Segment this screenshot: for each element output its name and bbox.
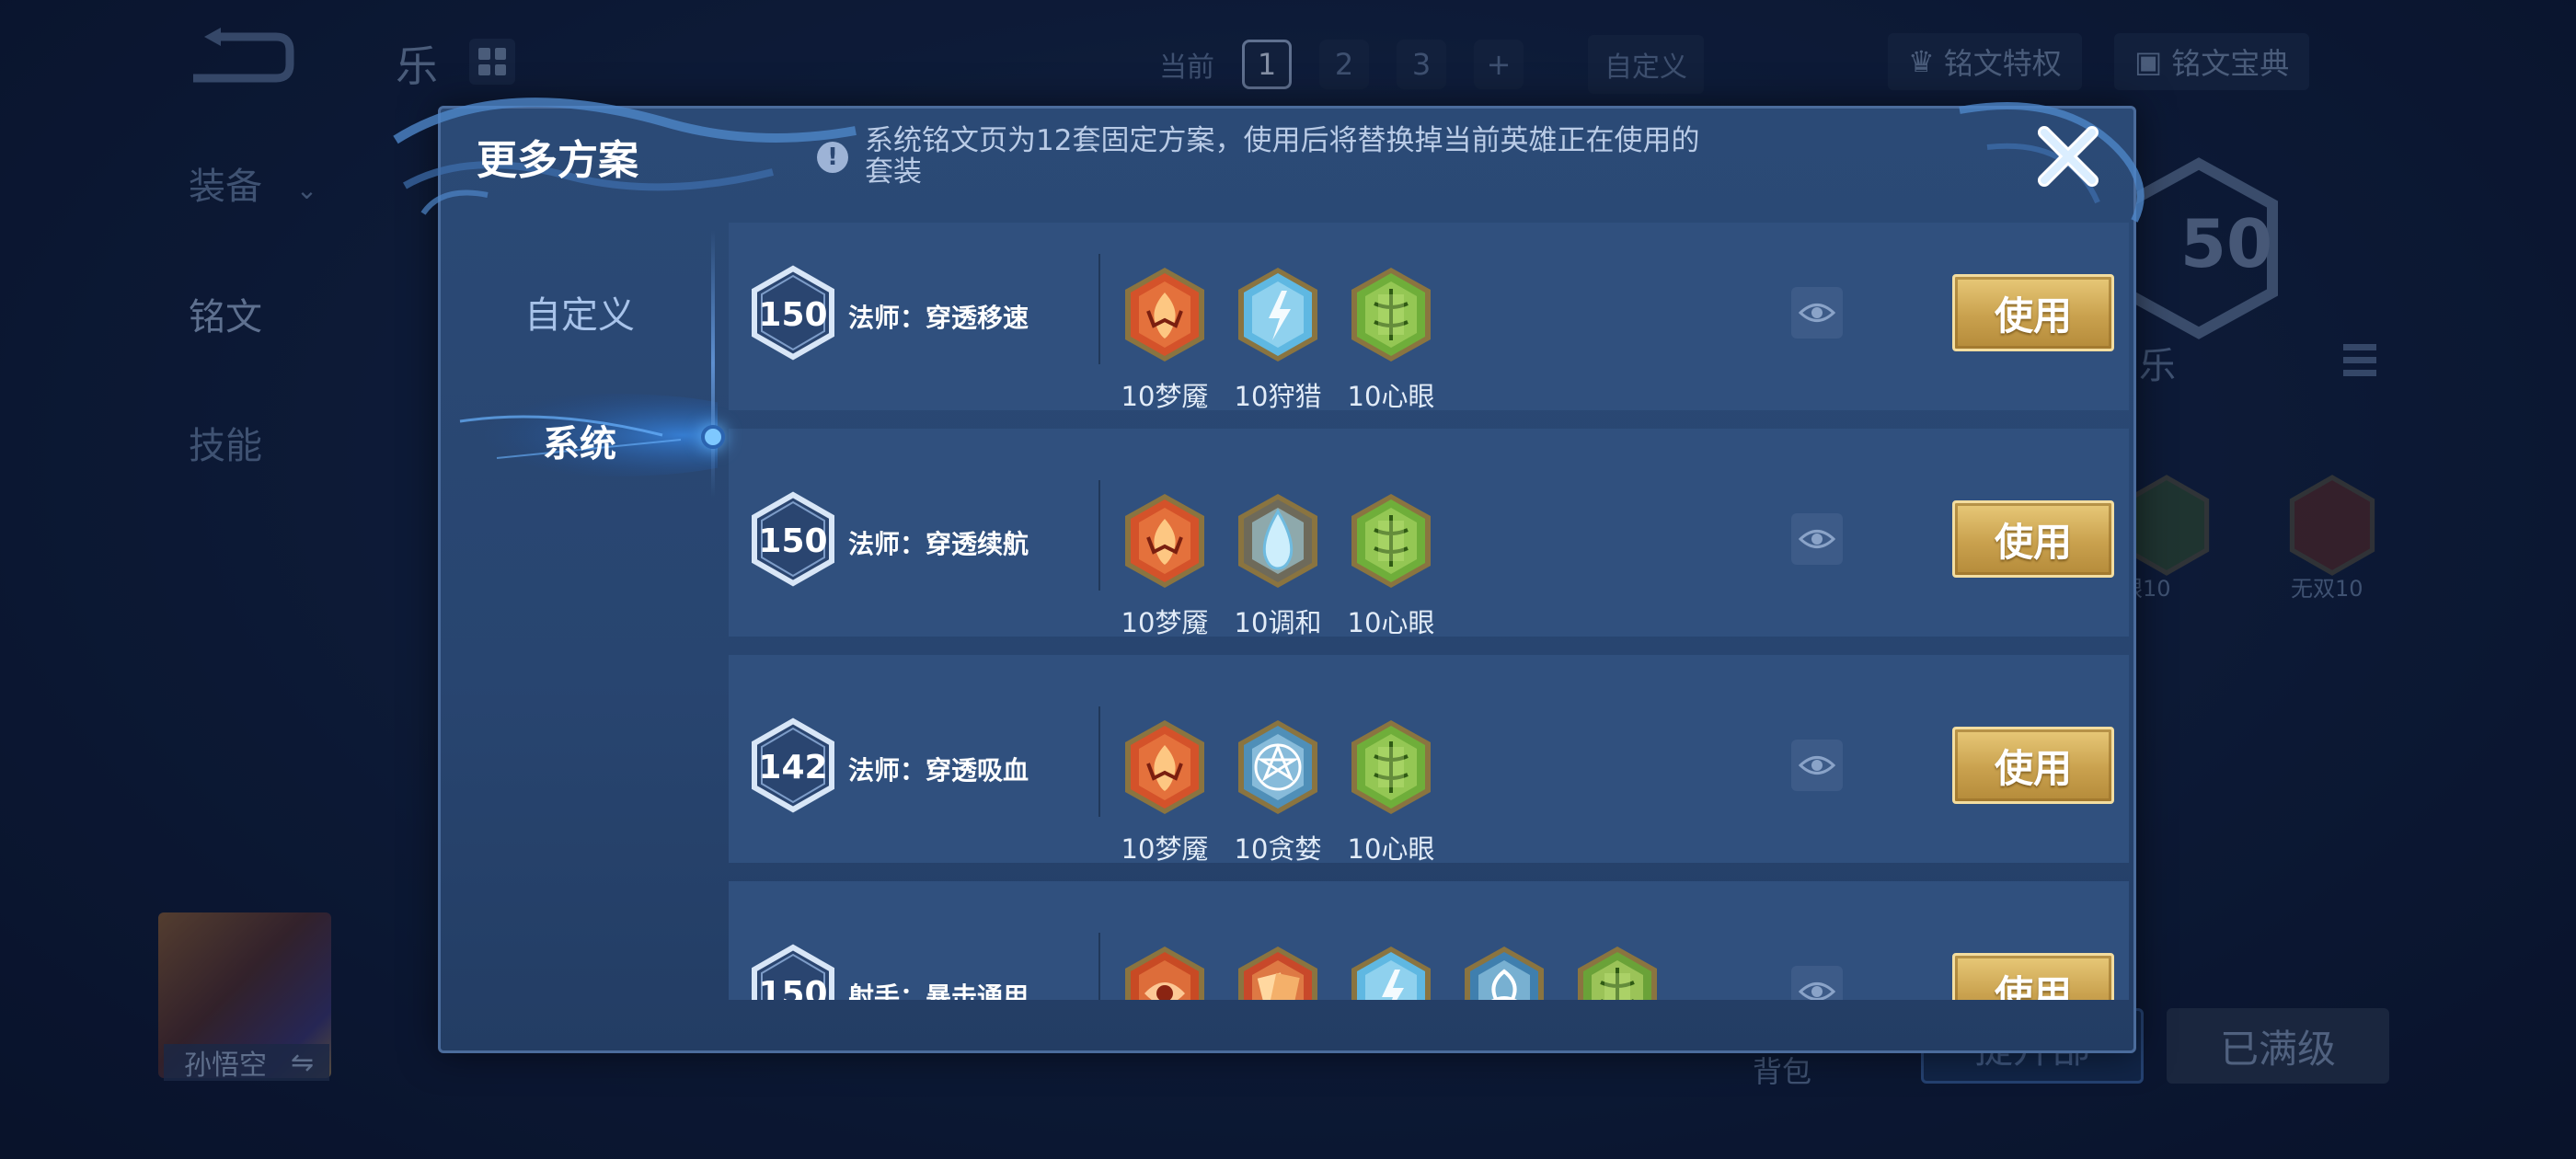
preview-button[interactable] xyxy=(1791,966,1843,1000)
hero-switch[interactable]: 孙悟空 ⇋ xyxy=(164,1044,329,1082)
plan-row: 150射手：暴击通用3 无双7 祸源5 狩猎5 夺萃10鹰眼使用 xyxy=(729,881,2129,1000)
inscription-gem-icon[interactable] xyxy=(1121,944,1209,1000)
gem-count-label: 10调和 xyxy=(1234,607,1322,638)
inscription-gem-icon[interactable] xyxy=(1460,944,1548,1000)
preview-button[interactable] xyxy=(1791,513,1843,565)
list-icon[interactable] xyxy=(2341,340,2378,383)
inscription-gem-icon[interactable] xyxy=(1121,265,1209,364)
backpack-label[interactable]: 背包 xyxy=(1753,1049,1811,1091)
red-gem-icon-bg xyxy=(2289,475,2375,576)
hero-name-header: 乐 xyxy=(396,41,438,91)
inscription-gem-icon[interactable] xyxy=(1234,944,1322,1000)
swap-icon: ⇋ xyxy=(291,1046,315,1079)
close-button[interactable] xyxy=(2031,120,2105,193)
plan-level: 142 xyxy=(758,749,828,786)
plan-category-nav: 自定义 系统 xyxy=(442,221,718,1049)
guide-button[interactable]: ▣ 铭文宝典 xyxy=(2114,33,2310,90)
inscription-gem-icon[interactable] xyxy=(1234,491,1322,591)
inscription-gem-icon[interactable] xyxy=(1234,717,1322,817)
tab-custom[interactable]: 自定义 xyxy=(442,285,718,339)
maxed-button: 已满级 xyxy=(2167,1008,2389,1084)
use-plan-button[interactable]: 使用 xyxy=(1952,953,2114,1000)
page-tab-2[interactable]: 2 xyxy=(1319,40,1369,89)
preview-button[interactable] xyxy=(1791,287,1843,339)
chevron-down-icon: ⌄ xyxy=(295,175,318,205)
plan-level: 150 xyxy=(758,296,828,334)
bg-gem-label-2: 无双10 xyxy=(2291,576,2363,602)
row-divider xyxy=(1098,480,1100,591)
dialog-title: 更多方案 xyxy=(477,137,638,184)
level-partial-text: 50 xyxy=(2180,205,2272,282)
row-divider xyxy=(1098,254,1100,364)
gem-count-label: 10梦魇 xyxy=(1121,607,1209,638)
gem-count-label: 10心眼 xyxy=(1347,833,1435,865)
info-icon: ! xyxy=(817,142,848,173)
plan-row: 150 法师：穿透续航 10梦魇 10调和 10心眼 使用 xyxy=(729,429,2129,638)
eye-icon xyxy=(1799,530,1835,548)
system-notice: ! 系统铭文页为12套固定方案，使用后将替换掉当前英雄正在使用的 套装 xyxy=(817,125,1829,188)
gem-count-label: 10贪婪 xyxy=(1234,833,1322,865)
gem-count-label: 10狩猎 xyxy=(1234,381,1322,412)
inscription-gem-icon[interactable] xyxy=(1121,491,1209,591)
inscription-gem-icon[interactable] xyxy=(1573,944,1662,1000)
preview-button[interactable] xyxy=(1791,740,1843,791)
plan-name: 法师：穿透续航 xyxy=(848,529,1029,559)
selected-indicator-dot xyxy=(701,425,725,449)
guide-label: 铭文宝典 xyxy=(2171,46,2290,81)
inscription-gem-icon[interactable] xyxy=(1121,717,1209,817)
gem-count-label: 10梦魇 xyxy=(1121,833,1209,865)
use-plan-button[interactable]: 使用 xyxy=(1952,500,2114,578)
add-page-button[interactable]: + xyxy=(1474,40,1524,89)
side-menu-skills[interactable]: 技能 xyxy=(189,416,262,469)
page-tabs: 当前 1 2 3 + 自定义 xyxy=(1159,35,1704,94)
inscription-gem-icon[interactable] xyxy=(1347,491,1435,591)
custom-page-button[interactable]: 自定义 xyxy=(1588,35,1704,94)
eye-icon xyxy=(1799,756,1835,775)
privilege-label: 铭文特权 xyxy=(1943,46,2062,81)
gem-count-label: 10心眼 xyxy=(1347,607,1435,638)
back-arrow-icon[interactable] xyxy=(184,28,294,92)
row-divider xyxy=(1098,706,1100,817)
page-tab-1[interactable]: 1 xyxy=(1242,40,1292,89)
current-label: 当前 xyxy=(1159,52,1214,84)
inscription-gem-icon[interactable] xyxy=(1347,265,1435,364)
grid-menu-icon[interactable] xyxy=(469,39,515,85)
plan-row: 142 法师：穿透吸血 10梦魇 10贪婪 10心眼 使用 xyxy=(729,655,2129,865)
tab-system[interactable]: 系统 xyxy=(442,414,718,467)
plan-name: 法师：穿透移速 xyxy=(848,303,1029,333)
side-menu-equipment-label: 装备 xyxy=(189,166,262,208)
gem-count-label: 10梦魇 xyxy=(1121,381,1209,412)
inscription-gem-icon[interactable] xyxy=(1347,944,1435,1000)
plan-row: 150 法师：穿透移速 10梦魇 10狩猎 10心眼 使用 xyxy=(729,223,2129,412)
use-plan-button[interactable]: 使用 xyxy=(1952,727,2114,804)
eye-icon xyxy=(1799,304,1835,322)
side-menu-inscription[interactable]: 铭文 xyxy=(189,287,262,340)
nav-divider xyxy=(711,230,715,497)
plan-level: 150 xyxy=(758,975,828,1000)
inscription-gem-icon[interactable] xyxy=(1234,265,1322,364)
notice-line-1: 系统铭文页为12套固定方案，使用后将替换掉当前英雄正在使用的 xyxy=(865,124,1700,157)
level-hex-bg: 50 xyxy=(2120,157,2278,339)
hero-short-label: 乐 xyxy=(2139,345,2176,387)
page-tab-3[interactable]: 3 xyxy=(1397,40,1446,89)
hero-name: 孙悟空 xyxy=(184,1050,267,1082)
plan-name: 射手：暴击通用 xyxy=(848,981,1029,1000)
side-menu-equipment[interactable]: 装备 ⌄ xyxy=(189,156,317,210)
plan-name: 法师：穿透吸血 xyxy=(848,755,1029,786)
gem-count-label: 10心眼 xyxy=(1347,381,1435,412)
close-icon xyxy=(2038,126,2099,187)
plan-list[interactable]: 150 法师：穿透移速 10梦魇 10狩猎 10心眼 使用 150 法师：穿透续航 10梦魇 10… xyxy=(729,223,2129,1000)
eye-icon xyxy=(1799,982,1835,1000)
row-divider xyxy=(1098,933,1100,1000)
inscription-gem-icon[interactable] xyxy=(1347,717,1435,817)
notice-line-2: 套装 xyxy=(865,155,922,189)
use-plan-button[interactable]: 使用 xyxy=(1952,274,2114,351)
crown-icon: ♛ xyxy=(1908,44,1935,79)
book-icon: ▣ xyxy=(2134,44,2163,79)
plan-level: 150 xyxy=(758,522,828,560)
notice-text: 系统铭文页为12套固定方案，使用后将替换掉当前英雄正在使用的 套装 xyxy=(865,125,1699,188)
privilege-button[interactable]: ♛ 铭文特权 xyxy=(1888,33,2082,90)
